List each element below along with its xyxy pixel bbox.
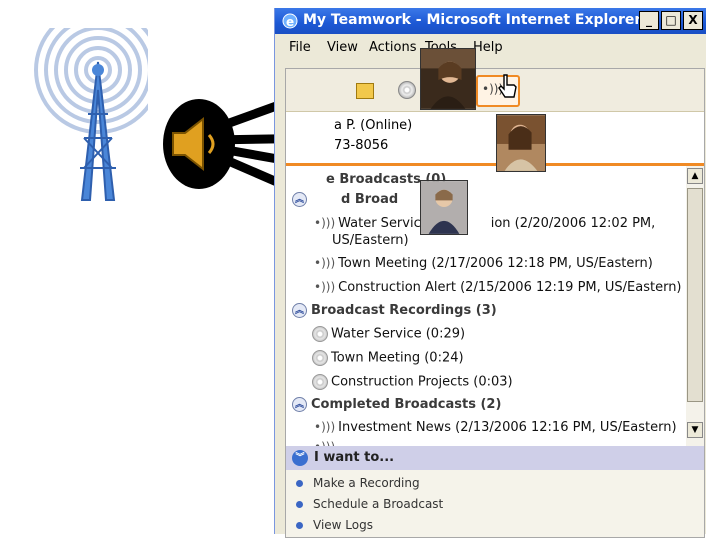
broadcast-tower-icon <box>34 28 148 201</box>
i-want-to-title: I want to... <box>314 450 395 465</box>
bullet-icon <box>296 522 303 529</box>
scroll-down-arrow-icon[interactable]: ▼ <box>687 422 703 438</box>
svg-text:e: e <box>286 15 294 29</box>
list-item-label: Town Meeting (0:24) <box>331 350 464 366</box>
maximize-button[interactable]: □ <box>661 11 681 30</box>
cd-icon <box>312 374 328 390</box>
teamwork-panel: •))) a P. (Online) 73-8056 e Broadcasts … <box>285 68 705 538</box>
broadcast-wave-icon: •))) <box>314 216 336 230</box>
cd-icon <box>312 326 328 342</box>
person-photo-3 <box>420 180 468 235</box>
collapse-chevron-icon[interactable]: ︽ <box>292 397 307 412</box>
menu-file[interactable]: File <box>289 40 311 55</box>
collapse-chevron-icon[interactable]: ︽ <box>292 192 307 207</box>
list-item[interactable]: •))) Construction Alert (2/15/2006 12:19 … <box>314 280 682 295</box>
broadcast-wave-icon: •))) <box>314 256 336 270</box>
section-completed-broadcasts[interactable]: ︽ Completed Broadcasts (2) <box>292 397 501 412</box>
menu-bar: File View Actions Tools Help <box>275 36 706 60</box>
list-item[interactable]: •))) Investment News (2/13/2006 12:16 PM,… <box>314 420 677 435</box>
list-item-label-line2: US/Eastern) <box>332 233 409 248</box>
list-item-label: Construction Projects (0:03) <box>331 374 513 390</box>
list-item-label: Construction Alert (2/15/2006 12:19 PM, … <box>338 280 682 295</box>
task-view-logs[interactable]: View Logs <box>296 518 373 532</box>
scroll-up-arrow-icon[interactable]: ▲ <box>687 168 703 184</box>
hand-cursor-icon <box>498 74 517 98</box>
user-info: a P. (Online) 73-8056 <box>286 111 704 164</box>
toolbar: •))) <box>286 69 704 111</box>
task-make-recording[interactable]: Make a Recording <box>296 476 420 490</box>
cd-icon <box>312 350 328 366</box>
list-item-label: Investment News (2/13/2006 12:16 PM, US/… <box>338 420 677 435</box>
bullet-icon <box>296 501 303 508</box>
menu-view[interactable]: View <box>327 40 358 55</box>
menu-help[interactable]: Help <box>473 40 503 55</box>
vertical-scrollbar[interactable]: ▲ ▼ <box>686 166 704 446</box>
list-item[interactable]: •))) Town Meeting (2/17/2006 12:18 PM, US… <box>314 256 653 271</box>
task-schedule-broadcast[interactable]: Schedule a Broadcast <box>296 497 443 511</box>
user-name[interactable]: a P. (Online) <box>334 118 412 133</box>
i-want-to-header[interactable]: ︾ I want to... <box>286 446 704 470</box>
collapse-chevron-icon[interactable]: ︽ <box>292 303 307 318</box>
section-completed-label: Completed Broadcasts (2) <box>311 397 502 412</box>
list-item-label: Water Service (0:29) <box>331 326 466 342</box>
speaker-icon[interactable] <box>163 99 235 189</box>
window-title: My Teamwork - Microsoft Internet Explore… <box>303 12 642 28</box>
broadcast-wave-icon: •))) <box>314 280 336 294</box>
task-label: Make a Recording <box>313 476 420 490</box>
broadcast-wave-icon: •))) <box>314 420 336 434</box>
scroll-thumb[interactable] <box>687 188 703 402</box>
user-phone: 73-8056 <box>334 138 389 153</box>
broadcast-button[interactable]: •))) <box>476 74 520 107</box>
bullet-icon <box>296 480 303 487</box>
ie-icon: e <box>282 13 298 29</box>
person-photo-2 <box>496 114 546 172</box>
list-item[interactable]: Town Meeting (0:24) <box>312 350 464 366</box>
list-item[interactable]: Construction Projects (0:03) <box>312 374 513 390</box>
task-label: Schedule a Broadcast <box>313 497 444 511</box>
list-item[interactable]: Water Service (0:29) <box>312 326 465 342</box>
browser-window: e My Teamwork - Microsoft Internet Explo… <box>274 8 706 538</box>
broadcast-list: e Broadcasts (0) ︽d Broad3) •)))Water Se… <box>286 166 686 446</box>
list-item-label: Town Meeting (2/17/2006 12:18 PM, US/Eas… <box>338 256 653 271</box>
close-button[interactable]: X <box>683 11 703 30</box>
person-photo-1 <box>420 48 476 110</box>
task-label: View Logs <box>313 518 373 532</box>
list-item[interactable]: •))) Water Service Iion (2/20/2006 12:02 … <box>314 216 655 231</box>
section-broadcast-recordings[interactable]: ︽ Broadcast Recordings (3) <box>292 303 497 318</box>
calendar-icon[interactable] <box>356 83 374 99</box>
section-scheduled-label: d Broad <box>341 192 399 207</box>
section-recordings-label: Broadcast Recordings (3) <box>311 303 497 318</box>
minimize-button[interactable]: _ <box>639 11 659 30</box>
cd-icon[interactable] <box>398 81 416 99</box>
menu-actions[interactable]: Actions <box>369 40 417 55</box>
expand-chevron-icon[interactable]: ︾ <box>292 450 308 466</box>
list-item-label-cont: ion (2/20/2006 12:02 PM, <box>490 216 656 231</box>
title-bar[interactable]: e My Teamwork - Microsoft Internet Explo… <box>275 8 706 34</box>
